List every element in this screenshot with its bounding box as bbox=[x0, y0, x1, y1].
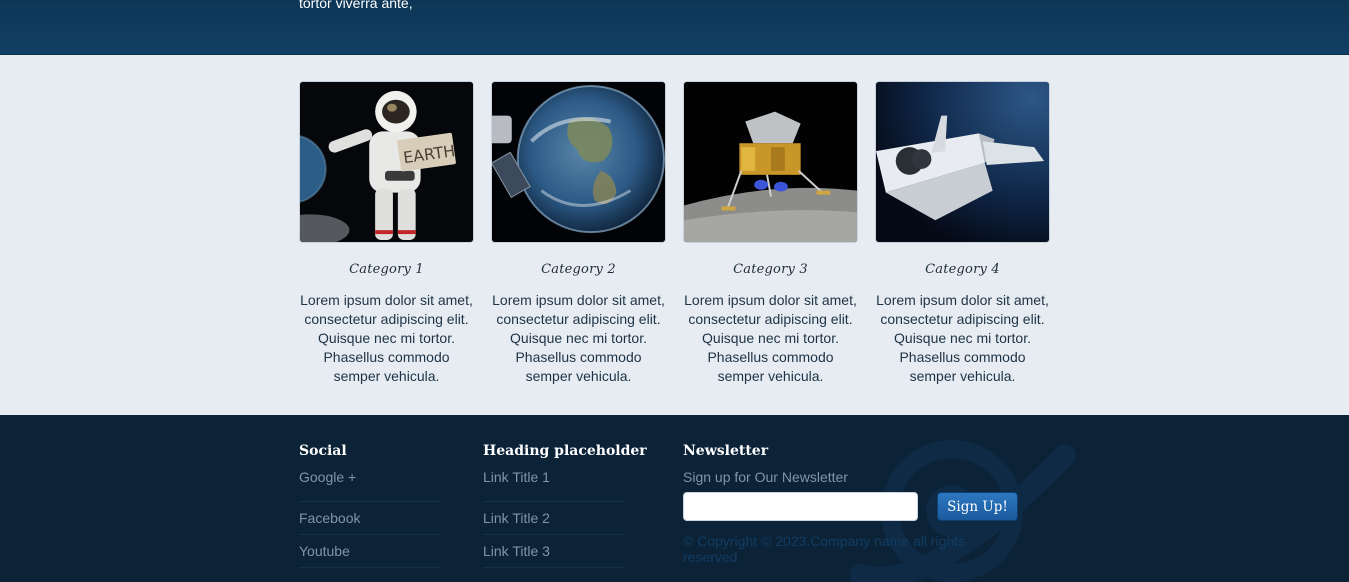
astronaut-image[interactable]: EARTH bbox=[299, 81, 474, 243]
category-card-4[interactable]: Category 4 Lorem ipsum dolor sit amet, c… bbox=[875, 81, 1050, 386]
hero-text: tortor viverra ante, bbox=[299, 0, 413, 11]
link-title-3[interactable]: Link Title 3 bbox=[483, 543, 550, 559]
link-title-1[interactable]: Link Title 1 bbox=[483, 469, 550, 485]
category-title: Category 4 bbox=[925, 262, 1000, 277]
list-item: Facebook bbox=[299, 502, 440, 535]
newsletter-heading: Newsletter bbox=[683, 443, 769, 459]
site-footer: Social Google + Facebook Youtube Heading… bbox=[0, 415, 1349, 582]
category-description: Lorem ipsum dolor sit amet, consectetur … bbox=[684, 292, 857, 384]
link-title-2[interactable]: Link Title 2 bbox=[483, 510, 550, 526]
category-card-3[interactable]: Category 3 Lorem ipsum dolor sit amet, c… bbox=[683, 81, 858, 386]
space-shuttle-image[interactable] bbox=[875, 81, 1050, 243]
sign-up-button[interactable]: Sign Up! bbox=[937, 492, 1018, 521]
category-title: Category 1 bbox=[349, 262, 424, 277]
newsletter-subtitle: Sign up for Our Newsletter bbox=[683, 469, 848, 485]
newsletter-email-input[interactable] bbox=[683, 492, 918, 521]
category-description: Lorem ipsum dolor sit amet, consectetur … bbox=[876, 292, 1049, 384]
placeholder-links: Link Title 1 Link Title 2 Link Title 3 bbox=[483, 469, 624, 568]
category-gallery: EARTH Category 1 Lorem ipsum dolor sit a… bbox=[0, 55, 1349, 415]
footer-social-column: Social Google + Facebook Youtube bbox=[299, 443, 440, 568]
category-description: Lorem ipsum dolor sit amet, consectetur … bbox=[300, 292, 473, 384]
list-item: Link Title 1 bbox=[483, 469, 624, 502]
newsletter-form: Sign Up! bbox=[683, 492, 1023, 522]
earth-image[interactable] bbox=[491, 81, 666, 243]
footer-newsletter-column: Newsletter Sign up for Our Newsletter Si… bbox=[683, 443, 1023, 565]
youtube-link[interactable]: Youtube bbox=[299, 543, 350, 559]
category-description: Lorem ipsum dolor sit amet, consectetur … bbox=[492, 292, 665, 384]
list-item: Link Title 2 bbox=[483, 502, 624, 535]
social-heading: Social bbox=[299, 443, 347, 459]
social-links: Google + Facebook Youtube bbox=[299, 469, 440, 568]
links-heading: Heading placeholder bbox=[483, 443, 647, 459]
category-title: Category 2 bbox=[541, 262, 616, 277]
category-card-1[interactable]: EARTH Category 1 Lorem ipsum dolor sit a… bbox=[299, 81, 474, 386]
copyright-text: © Copyright © 2023.Company name all righ… bbox=[683, 533, 966, 565]
lunar-lander-image[interactable] bbox=[683, 81, 858, 243]
google-plus-link[interactable]: Google + bbox=[299, 469, 356, 485]
category-title: Category 3 bbox=[733, 262, 808, 277]
hero-banner: tortor viverra ante, bbox=[0, 0, 1349, 55]
list-item: Link Title 3 bbox=[483, 535, 624, 568]
category-card-2[interactable]: Category 2 Lorem ipsum dolor sit amet, c… bbox=[491, 81, 666, 386]
list-item: Google + bbox=[299, 469, 440, 502]
facebook-link[interactable]: Facebook bbox=[299, 510, 360, 526]
footer-links-column: Heading placeholder Link Title 1 Link Ti… bbox=[483, 443, 647, 568]
list-item: Youtube bbox=[299, 535, 440, 568]
